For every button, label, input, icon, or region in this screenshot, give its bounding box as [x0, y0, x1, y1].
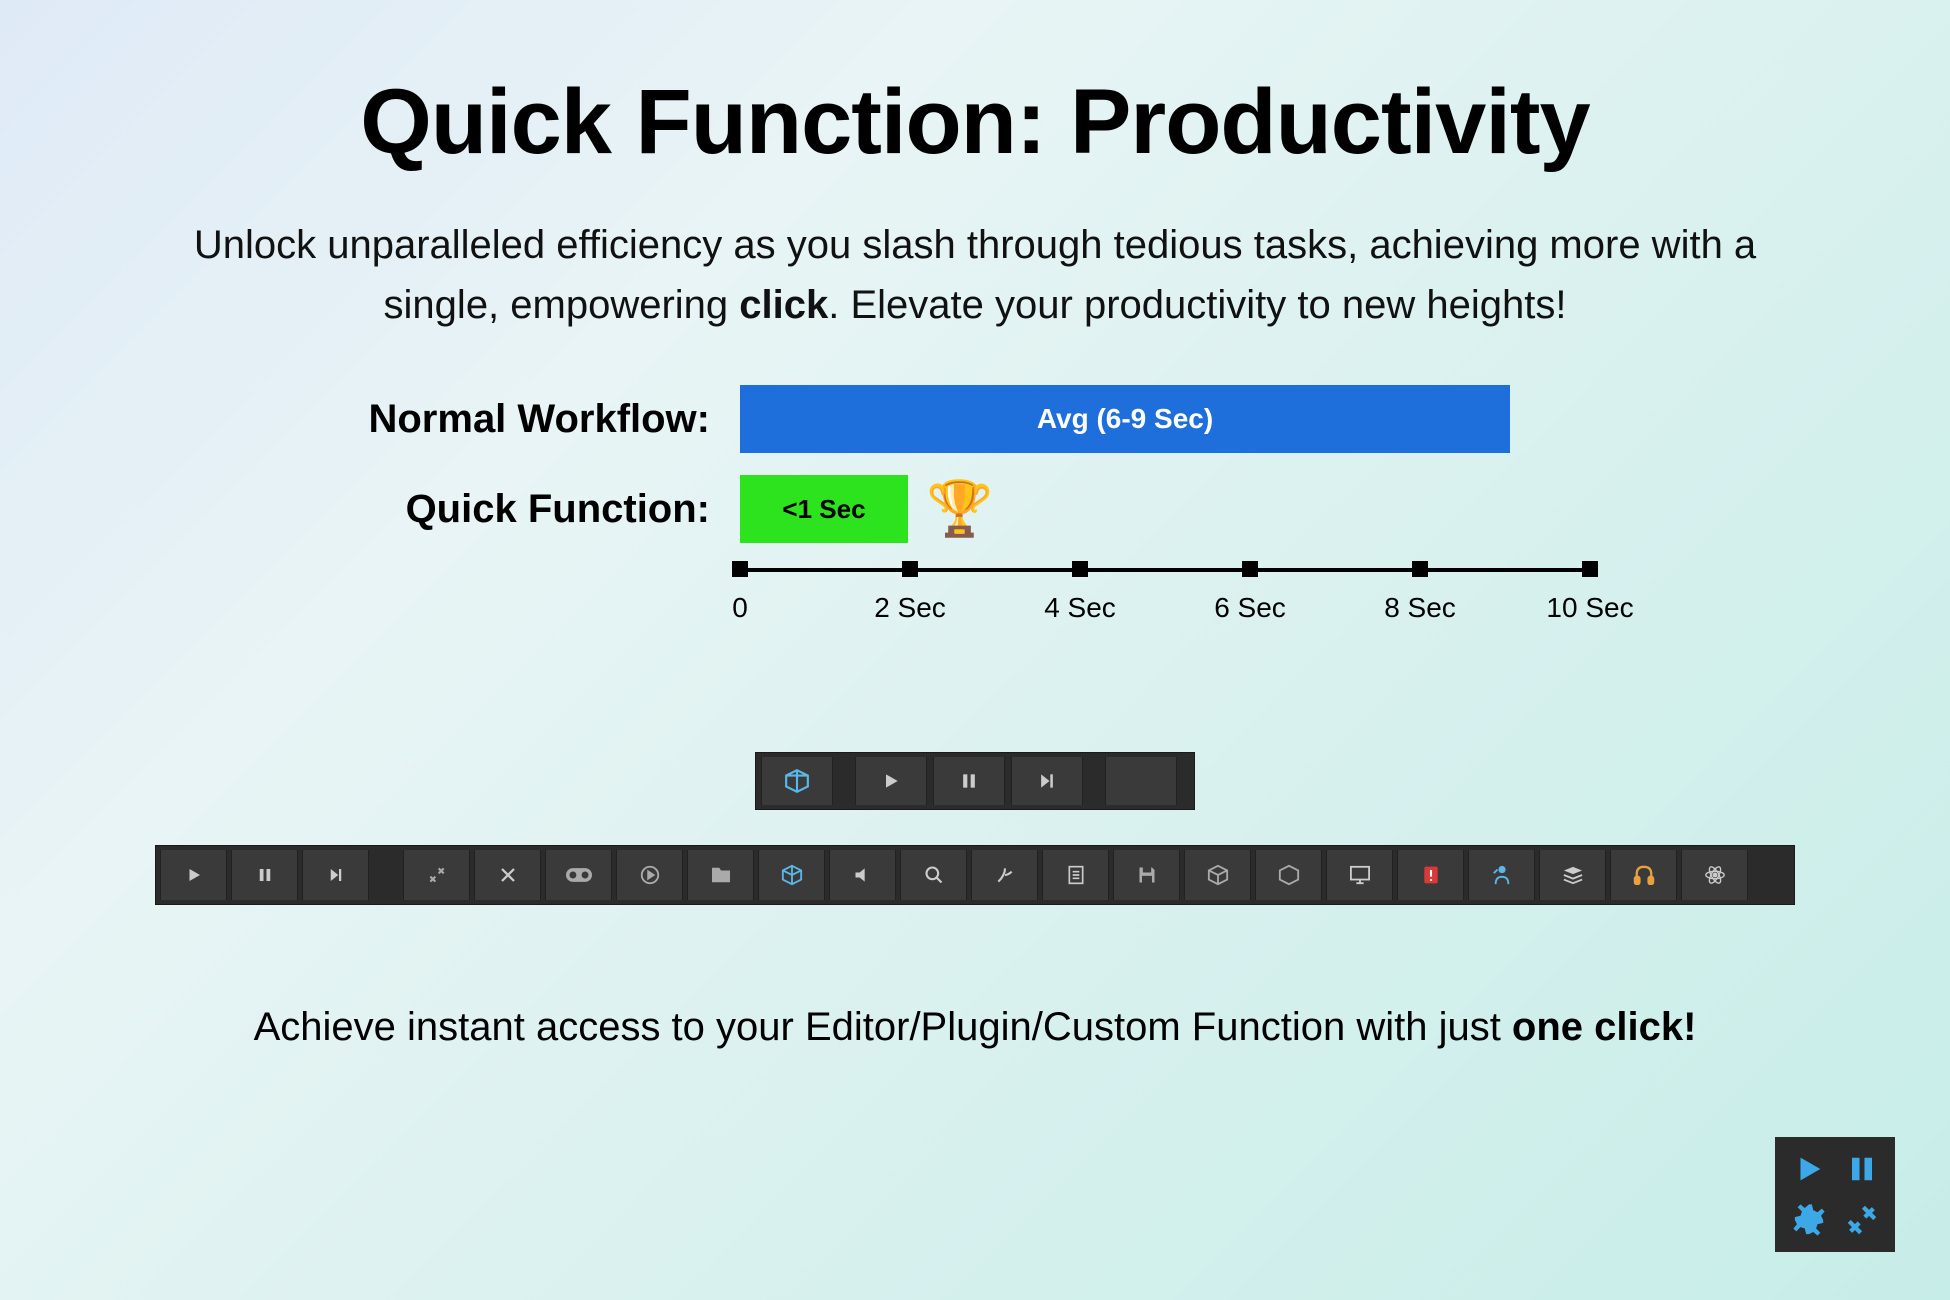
next-button[interactable] [302, 850, 369, 900]
pause-button[interactable] [231, 850, 298, 900]
monitor-button[interactable] [1326, 850, 1393, 900]
folder-button[interactable] [687, 850, 754, 900]
bar-normal-workflow: Avg (6-9 Sec) [740, 385, 1510, 453]
list-button[interactable] [1042, 850, 1109, 900]
page-title: Quick Function: Productivity [0, 0, 1950, 175]
pause-button[interactable] [933, 757, 1005, 805]
footer-bold: one click! [1512, 1005, 1697, 1049]
tick-label: 6 Sec [1214, 592, 1286, 624]
vr-button[interactable] [545, 850, 612, 900]
branch-button[interactable] [971, 850, 1038, 900]
footer-text: Achieve instant access to your Editor/Pl… [0, 1005, 1950, 1050]
tick [732, 561, 748, 577]
tick-label: 4 Sec [1044, 592, 1116, 624]
play-button[interactable] [855, 757, 927, 805]
comparison-chart: Normal Workflow: Avg (6-9 Sec) Quick Fun… [0, 385, 1950, 543]
tick-label: 8 Sec [1384, 592, 1456, 624]
tools-icon [1838, 1198, 1885, 1243]
headphones-button[interactable] [1610, 850, 1677, 900]
cube-button[interactable] [1184, 850, 1251, 900]
alert-button[interactable] [1397, 850, 1464, 900]
tick-label: 10 Sec [1546, 592, 1633, 624]
axis: 0 2 Sec 4 Sec 6 Sec 8 Sec 10 Sec [740, 568, 1590, 632]
tick [902, 561, 918, 577]
footer-pre: Achieve instant access to your Editor/Pl… [254, 1005, 1512, 1049]
pause-icon [1838, 1147, 1885, 1192]
package-button[interactable] [761, 757, 833, 805]
tick [1582, 561, 1598, 577]
tools-button[interactable] [1105, 757, 1177, 805]
save-button[interactable] [1113, 850, 1180, 900]
page-subtitle: Unlock unparalleled efficiency as you sl… [0, 175, 1950, 335]
tick [1242, 561, 1258, 577]
cube-outline-button[interactable] [1255, 850, 1322, 900]
bar-quick-function: <1 Sec [740, 475, 908, 543]
tick [1412, 561, 1428, 577]
small-toolbar [755, 752, 1195, 810]
atom-button[interactable] [1681, 850, 1748, 900]
trophy-icon: 🏆 [926, 478, 993, 541]
corner-badge [1775, 1137, 1895, 1252]
tick [1072, 561, 1088, 577]
x-button[interactable] [474, 850, 541, 900]
large-toolbar [155, 845, 1795, 905]
gear-icon [1785, 1198, 1832, 1243]
search-button[interactable] [900, 850, 967, 900]
row-label-quick: Quick Function: [260, 487, 740, 532]
play-icon [1785, 1147, 1832, 1192]
subtitle-bold: click [739, 283, 828, 327]
play-button[interactable] [160, 850, 227, 900]
sound-button[interactable] [829, 850, 896, 900]
tools-button[interactable] [403, 850, 470, 900]
subtitle-post: . Elevate your productivity to new heigh… [828, 283, 1566, 327]
person-button[interactable] [1468, 850, 1535, 900]
layers-button[interactable] [1539, 850, 1606, 900]
tick-label: 2 Sec [874, 592, 946, 624]
row-label-normal: Normal Workflow: [260, 397, 740, 442]
package-button[interactable] [758, 850, 825, 900]
tick-label: 0 [732, 592, 748, 624]
power-button[interactable] [616, 850, 683, 900]
next-button[interactable] [1011, 757, 1083, 805]
